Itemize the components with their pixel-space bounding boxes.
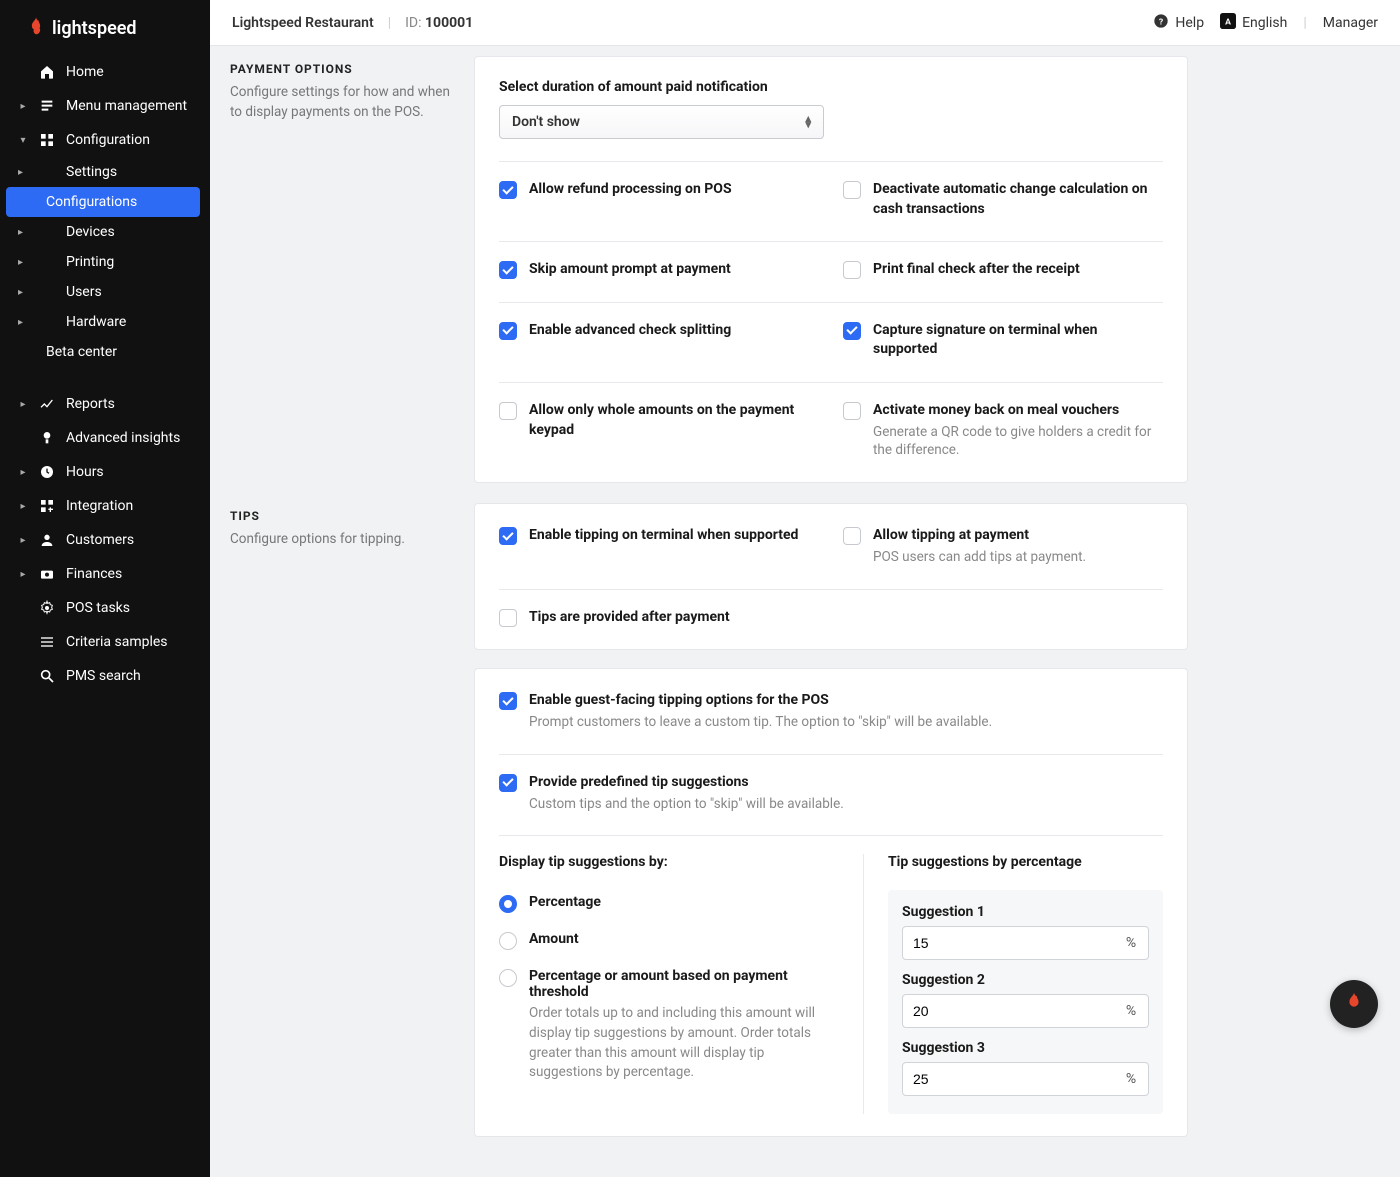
nav-configuration[interactable]: ▾ Configuration [0,123,210,157]
section-title: TIPS [230,509,450,523]
subnav-settings[interactable]: ▸ Settings [0,157,210,187]
topbar: Lightspeed Restaurant | ID: 100001 ? Hel… [210,0,1400,46]
percent-unit: % [1114,935,1148,951]
chevron-right-icon: ▸ [18,535,28,546]
subnav-hardware[interactable]: ▸ Hardware [0,307,210,337]
flame-icon [26,16,46,41]
check-enable-advanced-split[interactable] [499,322,517,340]
menu-icon [38,97,56,115]
chevron-right-icon: ▸ [18,257,28,268]
check-allow-refund[interactable] [499,181,517,199]
nav-criteria-samples[interactable]: Criteria samples [0,625,210,659]
svg-text:?: ? [1159,17,1163,27]
chevron-right-icon: ▸ [18,101,28,112]
subnav-beta-center[interactable]: Beta center [0,337,210,367]
configuration-icon [38,131,56,149]
suggestion-1-input[interactable] [903,935,1114,951]
section-subtitle: Configure settings for how and when to d… [230,82,450,123]
language-select[interactable]: A English [1220,13,1287,33]
check-allow-tipping-payment[interactable] [843,527,861,545]
check-deactivate-auto-change[interactable] [843,181,861,199]
chevron-right-icon: ▸ [18,167,28,178]
finances-icon [38,565,56,583]
percent-unit: % [1114,1071,1148,1087]
id-group: ID: 100001 [405,15,473,31]
help-fab[interactable] [1330,980,1378,1028]
section-payment-options-desc: PAYMENT OPTIONS Configure settings for h… [210,56,450,483]
card-tips-guest-facing: Enable guest-facing tipping options for … [474,668,1188,1137]
check-enable-guest-tipping[interactable] [499,692,517,710]
suggestion-3-input[interactable] [903,1071,1114,1087]
display-tip-by-label: Display tip suggestions by: [499,854,829,870]
suggestion-2-input[interactable] [903,1003,1114,1019]
help-icon: ? [1153,13,1169,33]
duration-select[interactable]: Don't show ▴▾ [499,105,824,139]
radio-threshold[interactable] [499,969,517,987]
subnav-users[interactable]: ▸ Users [0,277,210,307]
chevron-right-icon: ▸ [18,569,28,580]
chevron-down-icon: ▾ [18,135,28,146]
percent-unit: % [1114,1003,1148,1019]
gear-icon [38,599,56,617]
nav-menu-management[interactable]: ▸ Menu management [0,89,210,123]
subnav-configurations[interactable]: Configurations [6,187,200,217]
duration-label: Select duration of amount paid notificat… [499,79,1163,95]
check-whole-amounts-only[interactable] [499,402,517,420]
help-button[interactable]: ? Help [1153,13,1204,33]
restaurant-name: Lightspeed Restaurant [232,15,374,31]
flame-icon [1343,991,1365,1017]
section-title: PAYMENT OPTIONS [230,62,450,76]
chevron-right-icon: ▸ [18,399,28,410]
nav-reports[interactable]: ▸ Reports [0,387,210,421]
chevron-right-icon: ▸ [18,227,28,238]
nav-integration[interactable]: ▸ Integration [0,489,210,523]
home-icon [38,63,56,81]
role-menu[interactable]: Manager [1323,15,1378,31]
nav-hours[interactable]: ▸ Hours [0,455,210,489]
section-subtitle: Configure options for tipping. [230,529,450,549]
brand-label: lightspeed [52,18,137,39]
chevron-right-icon: ▸ [18,287,28,298]
check-provide-predefined-tips[interactable] [499,774,517,792]
select-arrows-icon: ▴▾ [805,116,811,128]
nav-home[interactable]: Home [0,55,210,89]
tip-suggestions-title: Tip suggestions by percentage [888,854,1163,870]
reports-icon [38,395,56,413]
list-icon [38,633,56,651]
card-tips-basic: Enable tipping on terminal when supporte… [474,503,1188,650]
nav-customers[interactable]: ▸ Customers [0,523,210,557]
integration-icon [38,497,56,515]
nav-finances[interactable]: ▸ Finances [0,557,210,591]
nav-advanced-insights[interactable]: Advanced insights [0,421,210,455]
clock-icon [38,463,56,481]
nav-pms-search[interactable]: PMS search [0,659,210,693]
radio-amount[interactable] [499,932,517,950]
subnav-devices[interactable]: ▸ Devices [0,217,210,247]
sidebar: lightspeed Home ▸ Menu management ▾ Conf… [0,0,210,1177]
chevron-right-icon: ▸ [18,317,28,328]
language-icon: A [1220,13,1236,33]
section-tips-desc: TIPS Configure options for tipping. [210,503,450,1137]
insights-icon [38,429,56,447]
check-print-final-check[interactable] [843,261,861,279]
logo[interactable]: lightspeed [0,8,210,55]
subnav-printing[interactable]: ▸ Printing [0,247,210,277]
customers-icon [38,531,56,549]
suggestion-box: Suggestion 1 % Suggestion 2 % [888,890,1163,1114]
search-icon [38,667,56,685]
check-activate-money-back[interactable] [843,402,861,420]
nav-pos-tasks[interactable]: POS tasks [0,591,210,625]
svg-text:A: A [1225,17,1231,27]
card-payment-options: Select duration of amount paid notificat… [474,56,1188,483]
chevron-right-icon: ▸ [18,467,28,478]
radio-percentage[interactable] [499,895,517,913]
check-enable-tipping-terminal[interactable] [499,527,517,545]
check-capture-signature[interactable] [843,322,861,340]
check-tips-after-payment[interactable] [499,609,517,627]
chevron-right-icon: ▸ [18,501,28,512]
check-skip-amount-prompt[interactable] [499,261,517,279]
